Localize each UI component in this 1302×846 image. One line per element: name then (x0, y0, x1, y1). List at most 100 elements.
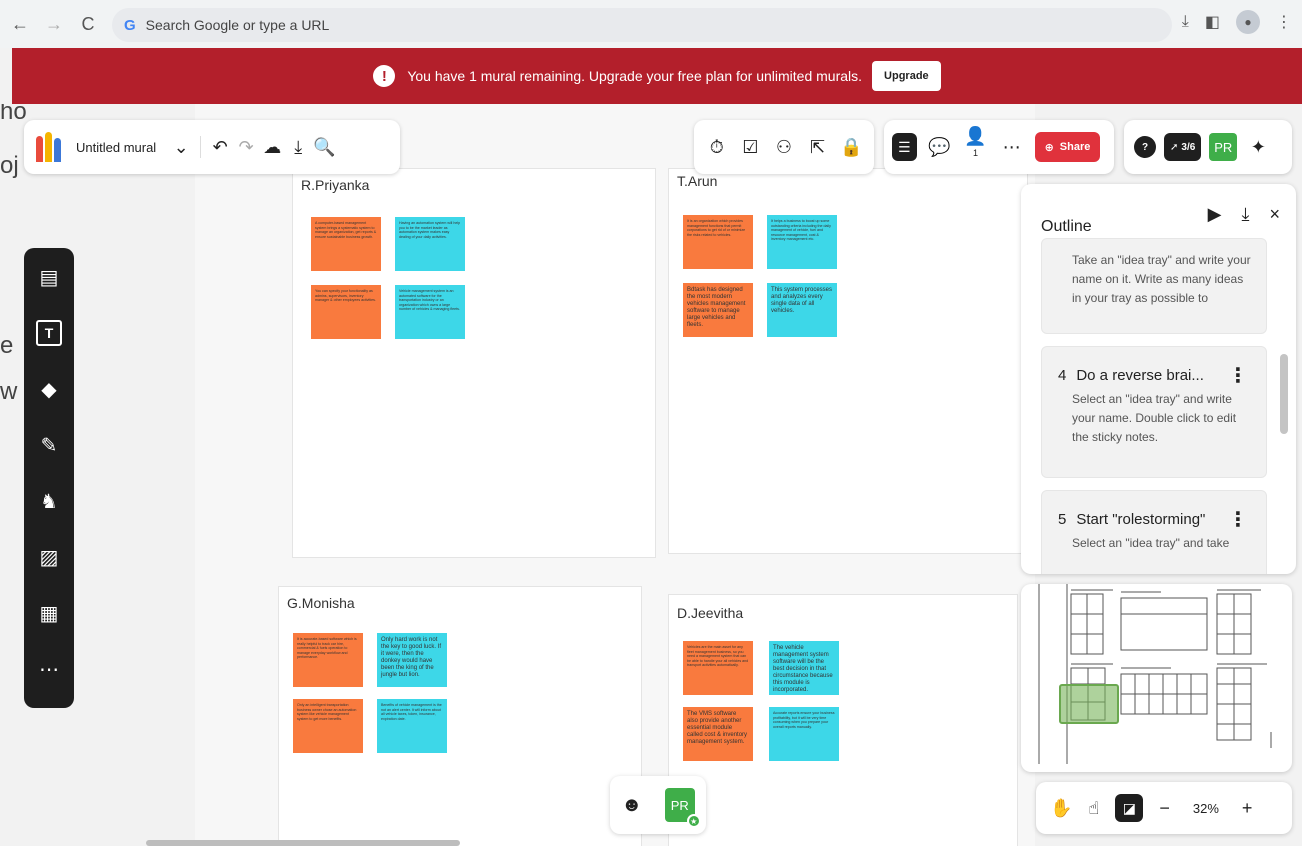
horizontal-scrollbar[interactable] (146, 840, 460, 846)
sticky-note[interactable]: Vehicles are the main asset for any flee… (683, 641, 753, 695)
canvas-text: e (0, 332, 14, 359)
minimap[interactable] (1021, 584, 1292, 772)
participant-initials: PR (670, 797, 689, 813)
templates-icon[interactable]: ▦ (36, 600, 62, 626)
pen-tool-icon[interactable]: ✎ (36, 432, 62, 458)
user-avatar[interactable]: PR (1209, 133, 1238, 161)
search-icon[interactable]: 🔍 (311, 137, 337, 158)
zoom-controls: ✋ ☝ ◪ − 32% + (1036, 782, 1292, 834)
binoculars-icon[interactable]: ⚇ (771, 137, 797, 158)
llama-icon[interactable]: ♞ (36, 488, 62, 514)
area-title: D.Jeevitha (677, 605, 744, 621)
reload-icon[interactable]: C (74, 10, 102, 38)
browser-actions: ⤓ ◧ ● ⋮ (1182, 10, 1292, 34)
shapes-tool-icon[interactable]: ◆ (36, 376, 62, 402)
sticky-note[interactable]: Only an intelligent transportation busin… (293, 699, 363, 753)
upgrade-button[interactable]: Upgrade (872, 61, 941, 91)
more-tools-icon[interactable]: ⋯ (36, 656, 62, 682)
outline-step[interactable]: Take an "idea tray" and write your name … (1041, 238, 1267, 334)
voting-icon[interactable]: ☑ (737, 137, 763, 158)
facilitation-tools: ⏱ ☑ ⚇ ⇱ 🔒 (694, 120, 874, 174)
sticky-note[interactable]: You can specify your functionality as ad… (311, 285, 381, 339)
step-title: Do a reverse brai... (1076, 367, 1204, 384)
outline-step[interactable]: 4 Do a reverse brai... Select an "idea t… (1041, 346, 1267, 478)
sticky-note[interactable]: Benefits of vehicle management is the no… (377, 699, 447, 753)
people-icon[interactable]: 👤1 (963, 126, 989, 168)
outline-step[interactable]: 5 Start "rolestorming" Select an "idea t… (1041, 490, 1267, 574)
zoom-out-icon[interactable]: − (1159, 798, 1170, 819)
back-icon[interactable]: ← (6, 10, 34, 38)
area-t-arun[interactable]: T.Arun It is an organization which provi… (668, 168, 1028, 554)
sticky-note[interactable]: Accurate reports ensure your business pr… (769, 707, 839, 761)
lock-icon[interactable]: 🔒 (838, 137, 864, 158)
redo-icon[interactable]: ↷ (233, 137, 259, 158)
cloud-icon[interactable]: ☁ (259, 137, 285, 158)
mural-title[interactable]: Untitled mural (76, 140, 156, 155)
download-icon[interactable]: ⤓ (1242, 204, 1250, 225)
area-g-monisha[interactable]: G.Monisha It is accurate-based software … (278, 586, 642, 846)
mural-logo[interactable] (36, 132, 68, 162)
summon-cursor-icon[interactable]: ⇱ (805, 137, 831, 158)
minimap-viewport[interactable] (1059, 684, 1119, 724)
step-title: Start "rolestorming" (1076, 511, 1206, 528)
help-icon[interactable]: ? (1134, 136, 1156, 158)
hand-icon[interactable]: ✋ (1050, 798, 1072, 819)
text-tool-icon[interactable]: T (36, 320, 62, 346)
outline-icon[interactable]: ☰ (892, 133, 917, 161)
sticky-note[interactable]: Having an automation system will help yo… (395, 217, 465, 271)
zoom-level: 32% (1192, 800, 1219, 816)
area-r-priyanka[interactable]: R.Priyanka A computer-based management s… (292, 168, 656, 558)
area-title: R.Priyanka (301, 177, 370, 193)
downloads-icon[interactable]: ⤓ (1182, 13, 1189, 31)
sticky-note[interactable]: Bdtask has designed the most modern vehi… (683, 283, 753, 337)
side-panel-icon[interactable]: ◧ (1205, 12, 1220, 32)
canvas-text: oj (0, 152, 19, 179)
step-description: Take an "idea tray" and write your name … (1072, 253, 1251, 305)
step-description: Select an "idea tray" and write your nam… (1072, 392, 1237, 444)
star-badge-icon: ★ (686, 814, 701, 828)
sticky-note[interactable]: A computer-based management system bring… (311, 217, 381, 271)
sticky-note[interactable]: Vehicle management system is an automate… (395, 285, 465, 339)
sticky-note[interactable]: The vehicle management system software w… (769, 641, 839, 695)
select-mode-icon[interactable]: ◪ (1115, 794, 1144, 822)
participant-avatar[interactable]: PR ★ (664, 788, 701, 828)
sticky-note[interactable]: The VMS software also provide another es… (683, 707, 753, 761)
zoom-in-icon[interactable]: + (1242, 798, 1253, 819)
sticky-note[interactable]: This system processes and analyzes every… (767, 283, 837, 337)
undo-icon[interactable]: ↶ (207, 137, 233, 158)
sticky-note[interactable]: It is accurate-based software which is r… (293, 633, 363, 687)
divider (200, 136, 202, 158)
onboarding-button[interactable]: ➚ 3/6 (1164, 133, 1202, 161)
pointer-icon[interactable]: ☝ (1088, 798, 1099, 819)
chevron-down-icon[interactable]: ⌄ (168, 137, 194, 158)
forward-icon[interactable]: → (40, 10, 68, 38)
sticky-note[interactable]: It is an organization which provides man… (683, 215, 753, 269)
download-icon[interactable]: ⤓ (285, 137, 311, 158)
step-number: 4 (1058, 367, 1067, 384)
browser-menu-icon[interactable]: ⋮ (1276, 12, 1292, 32)
rocket-icon: ➚ (1170, 141, 1179, 153)
address-bar[interactable]: G Search Google or type a URL (112, 8, 1172, 42)
step-description: Select an "idea tray" and take (1072, 536, 1230, 550)
emoji-icon[interactable]: ☻ (621, 794, 642, 817)
image-tool-icon[interactable]: ▨ (36, 544, 62, 570)
more-icon[interactable]: ⋯ (999, 137, 1025, 158)
area-d-jeevitha[interactable]: D.Jeevitha Vehicles are the main asset f… (668, 594, 1018, 846)
step-menu-icon[interactable]: ⋮ (1228, 507, 1248, 532)
account-tools: ? ➚ 3/6 PR ✦ (1124, 120, 1292, 174)
google-icon: G (124, 16, 136, 34)
timer-icon[interactable]: ⏱ (704, 137, 730, 158)
sticky-note-tool-icon[interactable]: ▤ (36, 264, 62, 290)
step-menu-icon[interactable]: ⋮ (1228, 363, 1248, 388)
profile-avatar[interactable]: ● (1236, 10, 1260, 34)
present-icon[interactable]: ▶ (1208, 204, 1222, 225)
mural-toolbar: Untitled mural ⌄ ↶ ↷ ☁ ⤓ 🔍 (24, 120, 400, 174)
close-icon[interactable]: × (1269, 204, 1280, 225)
area-title: T.Arun (677, 173, 718, 189)
sticky-note[interactable]: Only hard work is not the key to good lu… (377, 633, 447, 687)
share-button[interactable]: ⊕ Share (1034, 132, 1101, 162)
comment-icon[interactable]: 💬 (927, 137, 953, 158)
outline-scrollbar[interactable] (1280, 354, 1288, 434)
sparkle-icon[interactable]: ✦ (1245, 137, 1271, 158)
sticky-note[interactable]: It helps a business to boost up some out… (767, 215, 837, 269)
